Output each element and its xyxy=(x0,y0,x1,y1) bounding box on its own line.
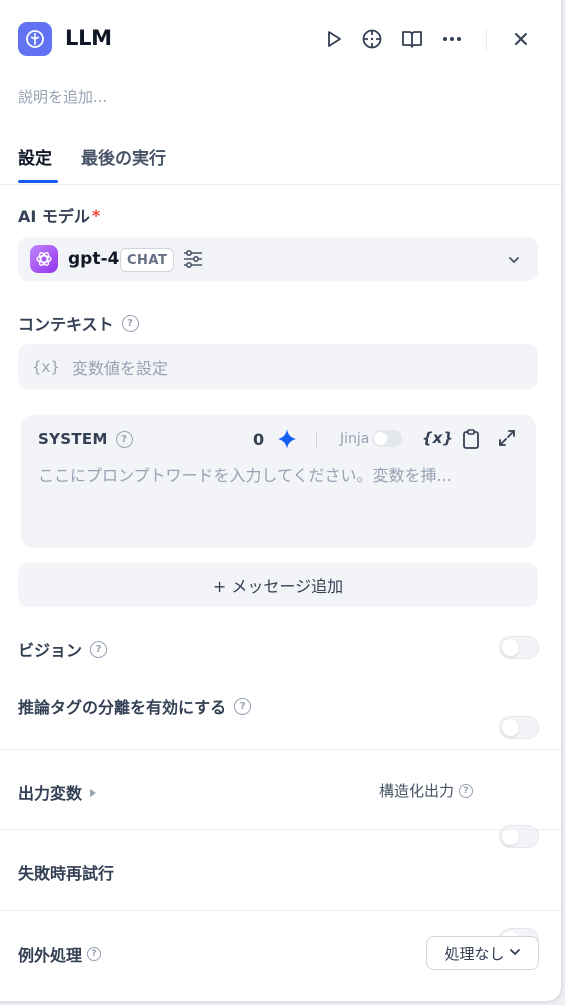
add-message-button[interactable]: + メッセージ追加 xyxy=(18,563,538,607)
model-name: gpt-4 xyxy=(68,249,120,269)
llm-node-icon xyxy=(18,22,52,56)
llm-node-panel: LLM 説明を追加... 設定 最後の実行 AI モデル * gpt-4 CHA… xyxy=(0,0,561,1001)
model-mode-badge: CHAT xyxy=(120,248,175,272)
exception-label-text: 例外処理 xyxy=(18,946,83,965)
chevron-down-icon xyxy=(507,252,521,271)
help-icon[interactable]: ? xyxy=(90,640,108,658)
output-label-text: 出力変数 xyxy=(18,784,83,803)
retry-label: 失敗時再試行 xyxy=(18,864,115,883)
model-label-text: AI モデル xyxy=(18,207,90,226)
reasoning-label-text: 推論タグの分離を有効にする xyxy=(18,698,227,717)
expand-icon[interactable] xyxy=(497,428,517,452)
vision-label-text: ビジョン xyxy=(18,641,83,660)
required-mark: * xyxy=(91,205,101,225)
crosshair-icon[interactable] xyxy=(361,27,383,51)
context-label: コンテキスト ? xyxy=(18,311,139,335)
help-icon[interactable]: ? xyxy=(87,947,102,961)
insert-variable-icon[interactable]: {x} xyxy=(422,429,453,447)
model-selector[interactable]: gpt-4 CHAT xyxy=(18,237,538,281)
active-tab-indicator xyxy=(18,180,58,183)
reasoning-label: 推論タグの分離を有効にする ? xyxy=(18,694,252,718)
structured-output-text: 構造化出力 xyxy=(379,782,455,800)
help-icon[interactable]: ? xyxy=(121,314,139,332)
reasoning-toggle[interactable] xyxy=(499,716,539,739)
exception-select[interactable]: 処理なし xyxy=(426,936,539,970)
node-title[interactable]: LLM xyxy=(65,26,112,50)
more-icon[interactable] xyxy=(441,27,463,51)
openai-logo-icon xyxy=(30,245,58,273)
model-params-icon[interactable] xyxy=(182,249,204,273)
section-divider xyxy=(0,910,561,911)
tab-last-run[interactable]: 最後の実行 xyxy=(81,144,166,169)
help-icon[interactable]: ? xyxy=(234,697,252,715)
vision-toggle[interactable] xyxy=(499,636,539,659)
jinja-toggle[interactable]: Jinja xyxy=(340,430,403,447)
description-input[interactable]: 説明を追加... xyxy=(18,86,107,107)
toolbar-divider xyxy=(316,432,317,448)
tab-settings[interactable]: 設定 xyxy=(18,144,52,169)
context-placeholder: 変数値を設定 xyxy=(71,358,168,378)
system-title: SYSTEM ? xyxy=(38,430,133,448)
system-label: SYSTEM xyxy=(38,430,108,448)
context-variable-input[interactable]: {x} 変数値を設定 xyxy=(18,344,538,389)
clipboard-icon[interactable] xyxy=(461,428,481,454)
jinja-switch[interactable] xyxy=(372,430,403,447)
exception-label: 例外処理 ? xyxy=(18,942,102,966)
section-divider xyxy=(0,829,561,830)
exception-value: 処理なし xyxy=(444,944,505,963)
help-icon[interactable]: ? xyxy=(115,430,133,448)
book-icon[interactable] xyxy=(401,27,423,51)
help-icon[interactable]: ? xyxy=(459,783,474,798)
model-label: AI モデル * xyxy=(18,203,100,227)
context-label-text: コンテキスト xyxy=(18,315,114,334)
header-divider xyxy=(486,30,487,50)
token-count: 0 xyxy=(253,430,265,449)
chevron-down-icon xyxy=(509,944,521,962)
system-prompt-placeholder: ここにプロンプトワードを入力してください。変数を挿... xyxy=(38,466,452,485)
jinja-label: Jinja xyxy=(340,430,370,447)
vision-label: ビジョン ? xyxy=(18,637,108,661)
output-variables-toggle[interactable]: 出力変数 xyxy=(18,780,97,804)
close-icon[interactable] xyxy=(510,27,532,51)
caret-right-icon xyxy=(89,783,97,802)
sparkle-icon[interactable] xyxy=(276,428,298,454)
play-icon[interactable] xyxy=(323,27,345,51)
structured-output-label: 構造化出力 ? xyxy=(379,780,474,801)
section-divider xyxy=(0,749,561,750)
tabs-divider xyxy=(0,184,561,185)
variable-icon: {x} xyxy=(32,357,60,376)
system-prompt-editor[interactable]: SYSTEM ? 0 Jinja {x} ここにプロンプトワードを入力してくださ… xyxy=(21,415,536,548)
